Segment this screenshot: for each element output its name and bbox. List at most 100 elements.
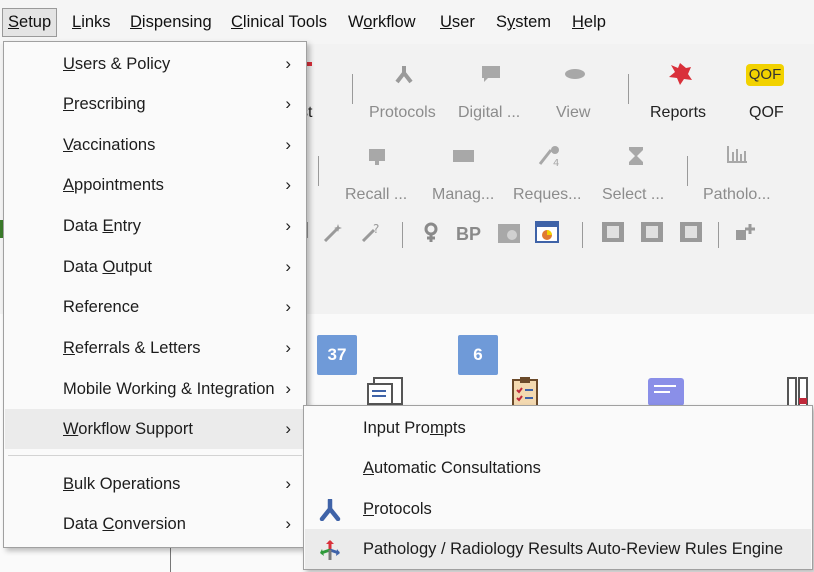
- toolbar-separator: [352, 74, 353, 104]
- setup-menu-reference[interactable]: Reference ›: [5, 287, 305, 327]
- setup-menu-vaccinations[interactable]: Vaccinations ›: [5, 125, 305, 165]
- menu-item-label: Appointments: [63, 176, 164, 194]
- menu-item-label: Data Output: [63, 258, 152, 276]
- chevron-right-icon: ›: [285, 216, 291, 235]
- manage-icon: [453, 150, 474, 162]
- blood-pressure-button[interactable]: BP: [456, 224, 481, 245]
- copy-icon-3[interactable]: [678, 220, 704, 244]
- menu-bar: Setup Links Dispensing Clinical Tools Wo…: [0, 0, 814, 44]
- books-icon[interactable]: [786, 376, 814, 406]
- submenu-item-label: Protocols: [363, 500, 432, 518]
- copy-icon-1[interactable]: [600, 220, 626, 244]
- magic-question-icon[interactable]: ?: [360, 222, 382, 242]
- menu-links[interactable]: Links: [72, 13, 111, 32]
- requests-icon: 4: [538, 146, 559, 168]
- workflow-support-submenu: Input Prompts Automatic Consultations Pr…: [303, 405, 813, 570]
- toolbar-qof-button[interactable]: QOF: [749, 104, 784, 122]
- chevron-right-icon: ›: [285, 338, 291, 357]
- toolbar-view-button[interactable]: View: [556, 104, 590, 122]
- menu-item-label: Referrals & Letters: [63, 339, 201, 357]
- view-eye-icon: [565, 69, 585, 79]
- setup-menu-appointments[interactable]: Appointments ›: [5, 165, 305, 205]
- menu-item-label: Workflow Support: [63, 420, 193, 438]
- protocols-icon: [319, 499, 341, 521]
- toolbar-separator: [582, 222, 583, 248]
- submenu-automatic-consultations[interactable]: Automatic Consultations: [305, 448, 811, 488]
- calendar-icon[interactable]: [497, 222, 521, 244]
- chevron-right-icon: ›: [285, 94, 291, 113]
- setup-menu-prescribing[interactable]: Prescribing ›: [5, 84, 305, 124]
- toolbar-separator: [687, 156, 688, 186]
- menu-item-label: Reference: [63, 298, 140, 316]
- toolbar-separator: [628, 74, 629, 104]
- setup-menu-data-conversion[interactable]: Data Conversion ›: [5, 504, 305, 544]
- toolbar-separator: [402, 222, 403, 248]
- clipboard-checklist-icon[interactable]: [510, 376, 540, 406]
- chevron-right-icon: ›: [285, 54, 291, 73]
- chevron-right-icon: ›: [285, 474, 291, 493]
- menu-clinical-tools[interactable]: Clinical Tools: [231, 13, 327, 32]
- submenu-item-label: Input Prompts: [363, 419, 466, 437]
- menu-user[interactable]: User: [440, 13, 475, 32]
- menu-item-label: Vaccinations: [63, 136, 156, 154]
- setup-menu-bulk-operations[interactable]: Bulk Operations ›: [5, 464, 305, 504]
- menu-item-label: Data Entry: [63, 217, 141, 235]
- menu-help[interactable]: Help: [572, 13, 606, 32]
- magic-wand-icon[interactable]: [322, 222, 344, 242]
- toolbar-pathology-button[interactable]: Patholo...: [703, 186, 771, 204]
- toolbar-separator: [318, 156, 319, 186]
- toolbar-recall-button[interactable]: Recall ...: [345, 186, 407, 204]
- chevron-right-icon: ›: [285, 419, 291, 438]
- submenu-item-label: Automatic Consultations: [363, 459, 541, 477]
- menu-workflow[interactable]: Workflow: [348, 13, 416, 32]
- submenu-protocols[interactable]: Protocols: [305, 489, 811, 529]
- submenu-item-label: Pathology / Radiology Results Auto-Revie…: [363, 540, 784, 558]
- toolbar-protocols-button[interactable]: Protocols: [369, 104, 436, 122]
- toolbar-reports-button[interactable]: Reports: [650, 104, 706, 122]
- chart-calendar-icon[interactable]: [535, 220, 559, 244]
- pathology-chart-icon: [727, 146, 747, 163]
- setup-menu-referrals-letters[interactable]: Referrals & Letters ›: [5, 328, 305, 368]
- setup-menu-workflow-support[interactable]: Workflow Support ›: [5, 409, 305, 449]
- toolbar-separator: [718, 222, 719, 248]
- rules-engine-arrows-icon: [320, 540, 340, 560]
- setup-menu: Users & Policy › Prescribing › Vaccinati…: [3, 41, 307, 548]
- menu-item-label: Bulk Operations: [63, 475, 181, 493]
- menu-item-label: Prescribing: [63, 95, 146, 113]
- reports-icon: [669, 63, 692, 85]
- menu-system[interactable]: System: [496, 13, 551, 32]
- svg-text:4: 4: [553, 158, 559, 168]
- menu-item-label: Mobile Working & Integration: [63, 380, 275, 398]
- menu-dispensing[interactable]: Dispensing: [130, 13, 212, 32]
- menu-setup[interactable]: Setup: [2, 8, 58, 37]
- copy-icon-2[interactable]: [639, 220, 665, 244]
- menu-item-label: Data Conversion: [63, 515, 186, 533]
- submenu-auto-review-rules-engine[interactable]: Pathology / Radiology Results Auto-Revie…: [305, 529, 811, 569]
- toolbar-select-button[interactable]: Select ...: [602, 186, 664, 204]
- setup-menu-mobile-working[interactable]: Mobile Working & Integration ›: [5, 369, 305, 409]
- toolbar-requests-button[interactable]: Reques...: [513, 186, 581, 204]
- add-panel-icon[interactable]: [735, 222, 757, 242]
- chevron-right-icon: ›: [285, 135, 291, 154]
- chevron-right-icon: ›: [285, 297, 291, 316]
- menu-separator: [8, 455, 302, 456]
- setup-menu-data-entry[interactable]: Data Entry ›: [5, 206, 305, 246]
- select-hourglass-icon: [629, 147, 643, 165]
- count-badge: 6: [458, 335, 498, 375]
- female-symbol-icon[interactable]: [420, 222, 442, 242]
- setup-menu-users-policy[interactable]: Users & Policy ›: [5, 44, 305, 84]
- message-quote-icon[interactable]: [646, 376, 686, 406]
- submenu-input-prompts[interactable]: Input Prompts: [305, 408, 811, 448]
- documents-icon[interactable]: [366, 376, 404, 406]
- toolbar-digital-button[interactable]: Digital ...: [458, 104, 520, 122]
- chevron-right-icon: ›: [285, 257, 291, 276]
- count-badge: 37: [317, 335, 357, 375]
- setup-menu-data-output[interactable]: Data Output ›: [5, 247, 305, 287]
- recall-icon: [369, 149, 385, 165]
- svg-text:?: ?: [373, 222, 379, 236]
- toolbar-manage-button[interactable]: Manag...: [432, 186, 494, 204]
- chevron-right-icon: ›: [285, 379, 291, 398]
- chevron-right-icon: ›: [285, 514, 291, 533]
- chevron-right-icon: ›: [285, 175, 291, 194]
- protocols-toolbar-icon: [395, 66, 413, 84]
